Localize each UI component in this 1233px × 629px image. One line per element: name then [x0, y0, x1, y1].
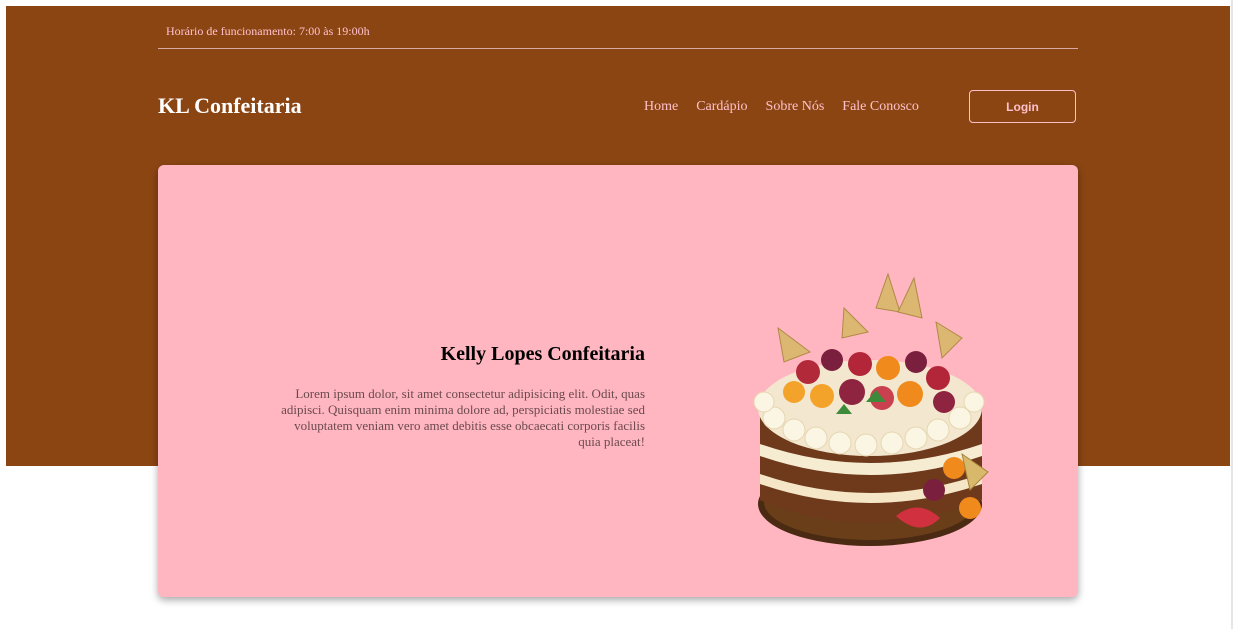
topbar-divider — [158, 48, 1078, 49]
login-button[interactable]: Login — [969, 90, 1076, 123]
nav-link-fale-conosco[interactable]: Fale Conosco — [842, 99, 919, 115]
hero-title: Kelly Lopes Confeitaria — [440, 343, 645, 365]
hero-description: Lorem ipsum dolor, sit amet consectetur … — [281, 386, 645, 449]
cake-image — [753, 272, 989, 546]
nav-link-cardapio[interactable]: Cardápio — [696, 99, 747, 115]
nav-link-home[interactable]: Home — [644, 99, 678, 115]
opening-hours-text: Horário de funcionamento: 7:00 às 19:00h — [166, 24, 370, 38]
brand-logo[interactable]: KL Confeitaria — [158, 93, 302, 119]
main-nav: Home Cardápio Sobre Nós Fale Conosco — [644, 99, 919, 115]
nav-link-sobre-nos[interactable]: Sobre Nós — [766, 99, 825, 115]
